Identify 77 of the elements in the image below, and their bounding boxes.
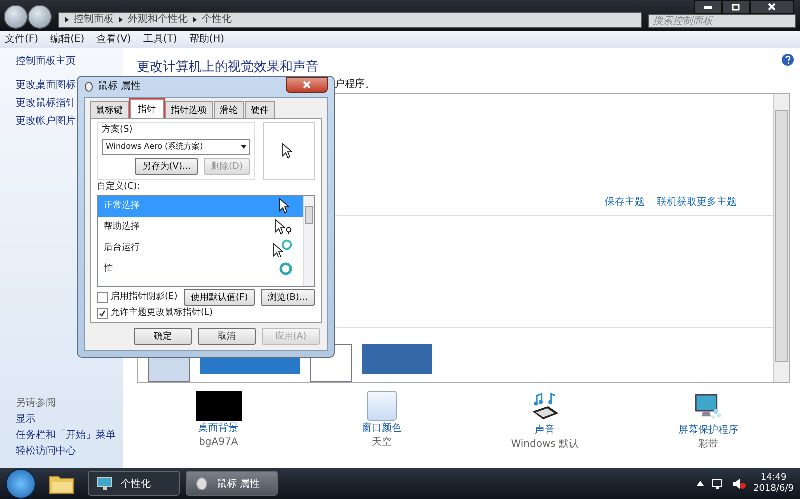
busy-cursor-icon	[279, 262, 293, 276]
setting-value: 天空	[372, 436, 392, 449]
caret-icon[interactable]	[696, 481, 704, 486]
setting-link[interactable]: 桌面背景	[198, 422, 239, 435]
setting-value: 彩带	[698, 438, 718, 451]
scrollbar[interactable]	[303, 196, 314, 286]
arrow-cursor-icon	[282, 142, 296, 159]
window-color-swatch[interactable]	[366, 390, 397, 421]
scrollbar[interactable]	[773, 94, 789, 382]
checkbox-label[interactable]: 启用指针阴影(E)	[111, 292, 178, 302]
address-bar[interactable]: 控制面板 外观和个性化 个性化	[58, 12, 642, 28]
checkbox-label[interactable]: 允许主题更改鼠标指针(L)	[111, 308, 214, 318]
use-default-button[interactable]: 使用默认值(F)	[184, 288, 256, 306]
setting-link[interactable]: 窗口颜色	[362, 422, 402, 435]
dialog-title: 鼠标 属性	[98, 81, 142, 93]
help-cursor-icon	[275, 219, 293, 236]
see-also-link[interactable]: 显示	[16, 414, 123, 426]
back-button[interactable]	[4, 5, 28, 29]
checkbox[interactable]	[97, 292, 108, 303]
dialog-button[interactable]: 确定	[134, 328, 192, 345]
see-also-heading: 另请参阅	[16, 398, 57, 410]
save-as-button[interactable]: 另存为(V)...	[135, 158, 198, 175]
arrow-cursor-icon	[279, 198, 293, 214]
clock-date[interactable]: 2018/6/9	[754, 484, 794, 494]
taskbar-button[interactable]: 鼠标 属性	[186, 471, 278, 496]
sidebar-link[interactable]: 控制面板主页	[16, 56, 123, 68]
list-label: 自定义(C):	[97, 182, 142, 193]
restore-button[interactable]	[722, 0, 750, 14]
scheme-dropdown[interactable]: Windows Aero (系统方案)	[102, 138, 250, 155]
tab[interactable]: 指针	[130, 99, 164, 119]
pointer-list-item[interactable]: 帮助选择	[98, 216, 303, 238]
pointer-list-item[interactable]: 忙	[98, 258, 303, 280]
forward-button[interactable]	[28, 5, 52, 29]
minimize-icon	[704, 6, 712, 8]
theme-link[interactable]: 保存主题	[605, 196, 645, 209]
minimize-button[interactable]	[694, 0, 722, 14]
browse-button[interactable]: 浏览(B)...	[261, 288, 315, 306]
close-icon	[768, 3, 776, 11]
setting-value: Windows 默认	[511, 438, 580, 451]
search-field[interactable]: 搜索控制面板	[648, 14, 796, 28]
close-button[interactable]	[286, 77, 328, 93]
tab[interactable]: 硬件	[245, 101, 275, 119]
theme-link[interactable]: 联机获取更多主题	[657, 196, 737, 209]
mouse-icon	[195, 476, 209, 490]
menu-item[interactable]: 编辑(E)	[50, 34, 85, 46]
close-icon	[303, 81, 311, 89]
page-description: 户程序。	[335, 78, 375, 91]
see-also-link[interactable]: 任务栏和「开始」菜单	[16, 430, 123, 442]
dialog-button[interactable]: 取消	[198, 328, 256, 345]
menu-item[interactable]: 帮助(H)	[189, 34, 225, 46]
menu-item[interactable]: 文件(F)	[5, 34, 39, 46]
tab[interactable]: 滑轮	[214, 101, 244, 119]
menu-item[interactable]: 查看(V)	[96, 34, 132, 46]
theme-wallpaper-thumbnail[interactable]	[362, 344, 432, 374]
tab[interactable]: 指针选项	[165, 101, 213, 119]
taskbar-button[interactable]: 个性化	[88, 471, 180, 496]
close-button[interactable]	[750, 0, 794, 14]
wallpaper-thumbnail[interactable]	[196, 390, 242, 421]
see-also-link[interactable]: 轻松访问中心	[16, 446, 123, 458]
monitor-icon	[97, 476, 113, 490]
checkbox[interactable]	[97, 308, 108, 319]
speaker-muted-icon[interactable]	[732, 478, 746, 490]
menu-item[interactable]: 工具(T)	[143, 34, 178, 46]
setting-link[interactable]: 声音	[535, 424, 556, 437]
mouse-icon	[84, 82, 94, 92]
group-label: 方案(S)	[102, 125, 134, 136]
setting-link[interactable]: 屏幕保护程序	[678, 424, 738, 437]
start-button[interactable]	[6, 468, 36, 498]
working-cursor-icon	[273, 239, 293, 258]
pointer-list-item[interactable]: 后台运行	[98, 238, 303, 259]
help-icon[interactable]	[782, 54, 794, 66]
page-title: 更改计算机上的视觉效果和声音	[137, 60, 320, 76]
clock-time[interactable]: 14:49	[760, 472, 787, 484]
network-icon[interactable]	[712, 478, 724, 490]
setting-value: bgA97A	[199, 436, 238, 449]
tab[interactable]: 鼠标键	[90, 101, 129, 119]
restore-icon	[732, 4, 740, 10]
